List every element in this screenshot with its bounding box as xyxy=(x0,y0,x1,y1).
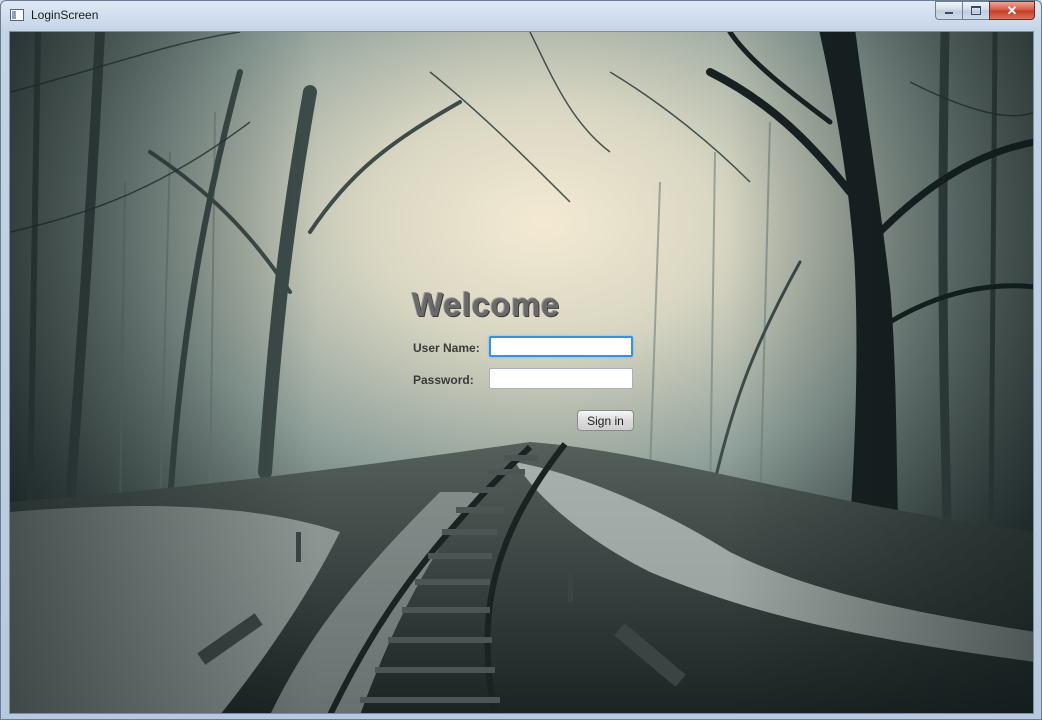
sign-in-button[interactable]: Sign in xyxy=(577,410,634,431)
username-input[interactable] xyxy=(489,336,633,357)
username-label: User Name: xyxy=(413,341,480,355)
close-icon: ✕ xyxy=(1006,2,1018,18)
title-bar[interactable]: LoginScreen ✕ xyxy=(1,1,1041,31)
welcome-heading: Welcome xyxy=(412,286,560,323)
app-window: LoginScreen ✕ Welcome User Name: Passwor… xyxy=(0,0,1042,720)
maximize-button[interactable] xyxy=(962,1,989,20)
password-input[interactable] xyxy=(489,368,633,389)
minimize-icon xyxy=(945,12,953,14)
password-label: Password: xyxy=(413,373,474,387)
window-controls: ✕ xyxy=(935,1,1035,21)
close-button[interactable]: ✕ xyxy=(989,1,1035,20)
login-pane: Welcome User Name: Password: Sign in xyxy=(9,31,1034,714)
maximize-icon xyxy=(971,6,981,15)
window-title: LoginScreen xyxy=(31,8,99,22)
app-window-icon[interactable] xyxy=(10,9,24,21)
minimize-button[interactable] xyxy=(935,1,962,20)
